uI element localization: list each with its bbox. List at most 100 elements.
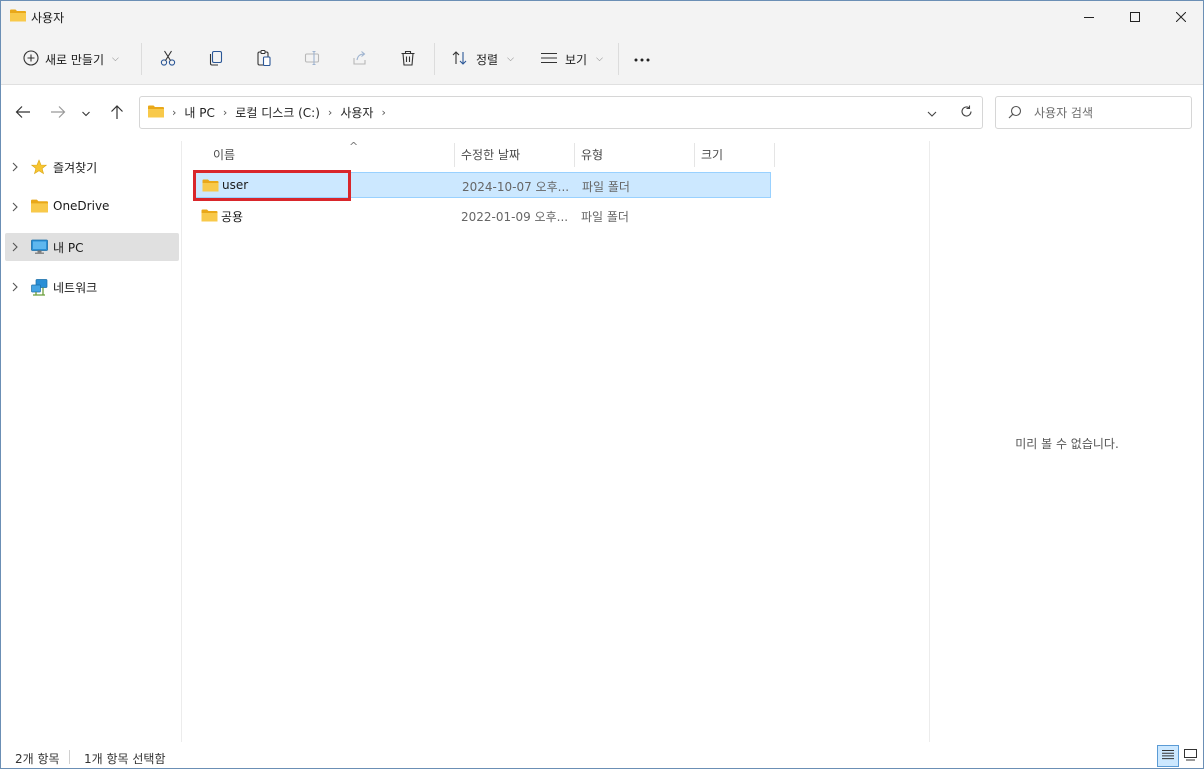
nav-item-my-pc[interactable]: 내 PC [5,233,179,261]
arrow-right-icon [50,105,66,122]
file-list: ^ 이름 수정한 날짜 유형 크기 user 2024-10-07 오후... … [183,140,928,742]
chevron-down-icon: ⌵ [596,54,603,64]
nav-item-label: 즐겨찾기 [53,161,98,175]
file-type: 파일 폴더 [582,180,630,194]
view-button-label: 보기 [565,52,588,67]
file-date: 2022-01-09 오후... [461,210,569,224]
sort-button[interactable]: 정렬 ⌵ [445,44,520,74]
new-button[interactable]: 새로 만들기 ⌵ [15,44,127,74]
close-icon [1176,12,1186,22]
divider [618,43,619,75]
nav-item-label: OneDrive [53,199,110,213]
sort-icon [451,50,469,69]
status-bar: 2개 항목 1개 항목 선택함 [1,742,1203,768]
address-row: › 내 PC › 로컬 디스크 (C:) › 사용자 › [1,85,1203,141]
file-date: 2024-10-07 오후... [462,180,570,194]
more-icon [633,52,651,66]
navigation-pane: 즐겨찾기 OneDrive 내 PC 네트워크 [1,141,182,742]
column-header-name-label: 이름 [213,148,236,162]
delete-button[interactable] [390,44,426,74]
command-bar: 새로 만들기 ⌵ 정렬 ⌵ 보기 ⌵ [1,33,1203,85]
column-header-size[interactable]: 크기 [695,141,775,168]
column-header-size-label: 크기 [701,148,724,162]
nav-item-favorites[interactable]: 즐겨찾기 [5,153,179,181]
cut-icon [159,49,177,70]
forward-button[interactable] [44,99,72,127]
chevron-down-icon [81,106,91,120]
chevron-right-icon[interactable] [11,241,19,255]
maximize-icon [1130,12,1140,22]
details-view-button[interactable] [1157,745,1179,767]
close-button[interactable] [1158,1,1203,33]
address-bar[interactable]: › 내 PC › 로컬 디스크 (C:) › 사용자 › [139,96,983,129]
large-icons-view-icon [1183,748,1197,764]
paste-icon [255,49,273,70]
nav-item-label: 내 PC [53,241,84,255]
folder-icon [10,9,26,22]
search-box[interactable] [995,96,1192,129]
column-header-name[interactable]: ^ 이름 [207,140,454,168]
folder-icon [202,179,219,195]
divider [434,43,435,75]
selected-count: 1개 항목 선택함 [84,752,166,766]
chevron-right-icon[interactable] [11,161,19,175]
folder-icon [201,209,218,225]
back-button[interactable] [9,99,37,127]
arrow-up-icon [110,104,124,123]
minimize-button[interactable] [1066,1,1112,33]
chevron-right-icon[interactable] [11,281,19,295]
breadcrumb-my-pc[interactable]: 내 PC [184,104,214,121]
paste-button[interactable] [246,44,282,74]
preview-message: 미리 볼 수 없습니다. [1015,437,1119,451]
more-button[interactable] [624,44,660,74]
details-view-icon [1162,749,1174,763]
column-header-type[interactable]: 유형 [575,141,695,168]
breadcrumb-local-disk[interactable]: 로컬 디스크 (C:) [235,104,320,121]
divider [69,750,70,764]
file-type: 파일 폴더 [581,210,629,224]
monitor-icon [31,239,48,258]
chevron-right-icon[interactable] [11,201,19,215]
view-icon [540,51,558,68]
chevron-right-icon[interactable]: › [381,106,385,119]
network-icon [31,279,48,299]
refresh-icon [960,105,973,121]
column-resize-handle[interactable] [774,143,775,167]
column-header-type-label: 유형 [581,148,604,162]
table-row[interactable]: 공용 2022-01-09 오후... 파일 폴더 [195,203,771,229]
rename-icon [303,49,321,70]
divider [141,43,142,75]
chevron-down-icon [927,106,937,120]
chevron-right-icon[interactable]: › [328,106,332,119]
nav-item-network[interactable]: 네트워크 [5,273,179,301]
column-header-date-label: 수정한 날짜 [461,148,521,162]
folder-icon [31,199,48,216]
large-icons-view-button[interactable] [1179,745,1201,767]
delete-icon [399,49,417,70]
arrow-left-icon [15,105,31,122]
recent-locations-button[interactable] [75,99,97,127]
share-icon [351,49,369,70]
chevron-down-icon: ⌵ [112,54,119,64]
rename-button[interactable] [294,44,330,74]
nav-item-label: 네트워크 [53,281,98,295]
title-bar[interactable]: 사용자 [1,1,1203,33]
up-button[interactable] [103,99,131,127]
share-button[interactable] [342,44,378,74]
chevron-right-icon: › [172,106,177,119]
file-name: 공용 [221,210,244,224]
preview-pane: 미리 볼 수 없습니다. [929,141,1203,742]
view-button[interactable]: 보기 ⌵ [534,44,609,74]
cut-button[interactable] [150,44,186,74]
chevron-right-icon[interactable]: › [223,106,227,119]
search-input[interactable] [1034,103,1184,123]
refresh-button[interactable] [951,97,981,128]
breadcrumb-users[interactable]: 사용자 [340,104,373,121]
maximize-button[interactable] [1112,1,1158,33]
table-row[interactable]: user 2024-10-07 오후... 파일 폴더 [195,172,771,198]
copy-button[interactable] [198,44,234,74]
file-explorer-window: 사용자 새로 만들기 ⌵ 정렬 ⌵ 보기 ⌵ › 내 PC › 로컬 디스크 (… [0,0,1204,769]
address-history-button[interactable] [917,97,947,128]
nav-item-onedrive[interactable]: OneDrive [5,193,179,221]
column-header-date[interactable]: 수정한 날짜 [455,141,575,168]
